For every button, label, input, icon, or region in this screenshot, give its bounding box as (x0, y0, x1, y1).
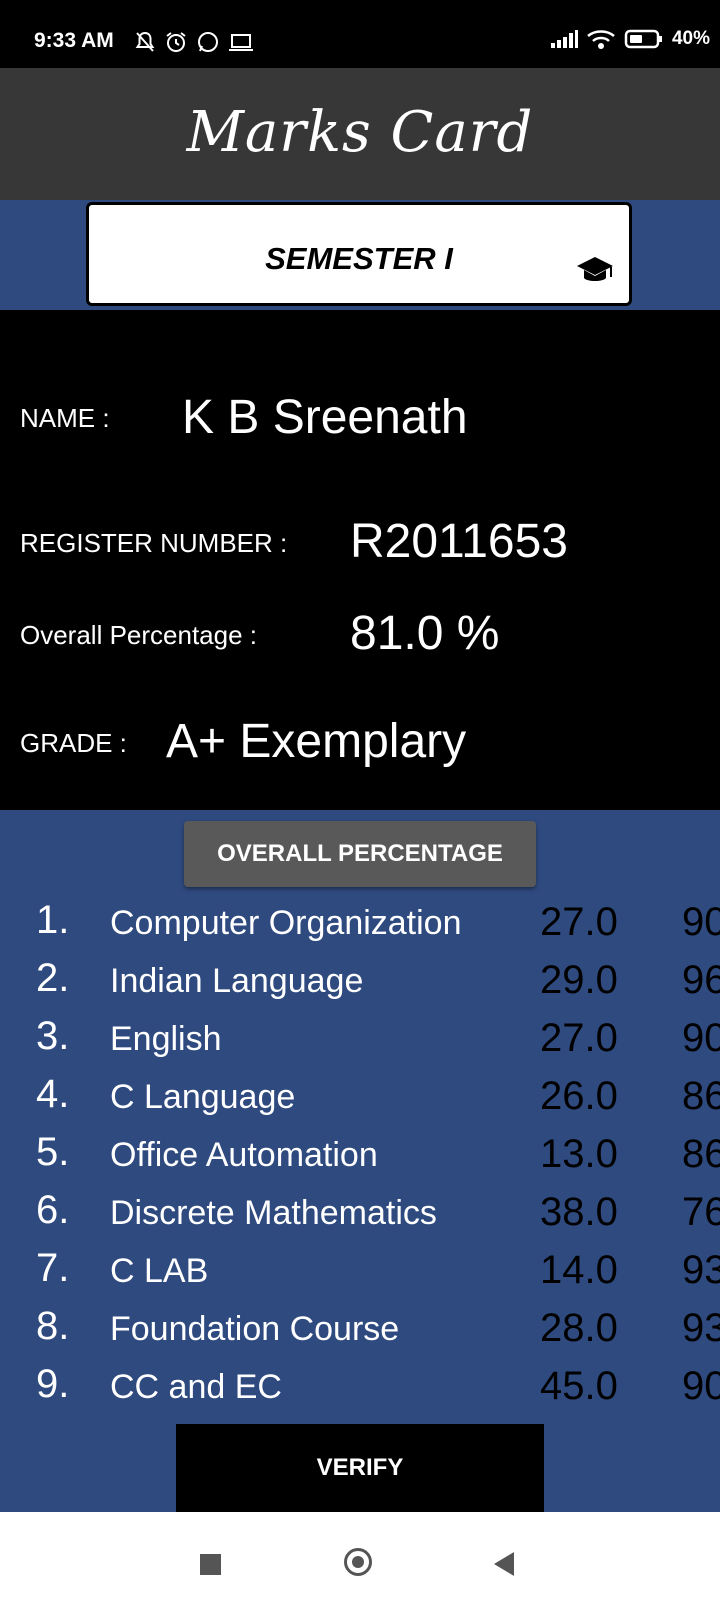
subject-name: Indian Language (110, 962, 364, 1000)
status-time: 9:33 AM (34, 29, 114, 52)
subject-name: C Language (110, 1078, 296, 1116)
subject-marks: 45.0 (540, 1364, 618, 1408)
whatsapp-icon (198, 32, 218, 52)
alarm-icon (166, 32, 186, 52)
subject-number: 3. (36, 1014, 70, 1058)
overall-percentage-button[interactable]: OVERALL PERCENTAGE (184, 821, 536, 887)
subject-number: 8. (36, 1304, 70, 1348)
battery-icon (624, 29, 662, 49)
student-name: K B Sreenath (182, 391, 468, 444)
student-info-panel: NAME : K B Sreenath REGISTER NUMBER : R2… (0, 310, 720, 810)
laptop-icon (229, 34, 253, 51)
app-bar: Marks Card (0, 68, 720, 200)
subject-row: 6. Discrete Mathematics 38.0 76 (0, 1188, 720, 1246)
subject-marks: 28.0 (540, 1306, 618, 1350)
subject-marks: 14.0 (540, 1248, 618, 1292)
semester-label: SEMESTER I (265, 241, 453, 276)
semester-selector[interactable]: SEMESTER I (86, 202, 632, 306)
overall-percentage-value: 81.0 % (350, 607, 500, 660)
app-title: Marks Card (186, 100, 534, 165)
status-bar: 9:33 AM 40% (0, 0, 720, 68)
subject-number: 5. (36, 1130, 70, 1174)
grade-value: A+ Exemplary (166, 715, 467, 768)
subject-percentage: 93 (682, 1248, 720, 1292)
subject-name: C LAB (110, 1252, 209, 1290)
home-icon[interactable] (344, 1548, 372, 1576)
subject-number: 1. (36, 898, 70, 942)
subject-marks: 29.0 (540, 958, 618, 1002)
navigation-bar (0, 1512, 720, 1600)
subject-row: 1. Computer Organization 27.0 90 (0, 898, 720, 956)
subject-marks: 26.0 (540, 1074, 618, 1118)
subject-row: 7. C LAB 14.0 93 (0, 1246, 720, 1304)
subject-name: Computer Organization (110, 904, 462, 942)
subject-percentage: 86 (682, 1132, 720, 1176)
subject-number: 9. (36, 1362, 70, 1406)
back-icon[interactable] (494, 1552, 514, 1576)
subject-number: 6. (36, 1188, 70, 1232)
subject-row: 9. CC and EC 45.0 90 (0, 1362, 720, 1408)
grade-label: GRADE : (20, 728, 127, 758)
mute-icon (135, 31, 155, 52)
subject-number: 2. (36, 956, 70, 1000)
subject-row: 8. Foundation Course 28.0 93 (0, 1304, 720, 1362)
name-label: NAME : (20, 403, 110, 433)
system-icons: 40% (550, 28, 710, 50)
subject-percentage: 90 (682, 1016, 720, 1060)
signal-icon (550, 30, 578, 48)
subject-marks: 27.0 (540, 900, 618, 944)
subject-row: 4. C Language 26.0 86 (0, 1072, 720, 1130)
battery-percentage: 40% (671, 28, 710, 49)
subject-row: 5. Office Automation 13.0 86 (0, 1130, 720, 1188)
subject-percentage: 96 (682, 958, 720, 1002)
subject-percentage: 86 (682, 1074, 720, 1118)
subjects-list: 1. Computer Organization 27.0 90 2. Indi… (0, 898, 720, 1408)
subject-row: 2. Indian Language 29.0 96 (0, 956, 720, 1014)
subject-marks: 38.0 (540, 1190, 618, 1234)
subject-row: 3. English 27.0 90 (0, 1014, 720, 1072)
subject-percentage: 90 (682, 1364, 720, 1408)
subject-name: English (110, 1020, 222, 1058)
register-number: R2011653 (350, 515, 568, 568)
subject-name: Discrete Mathematics (110, 1194, 437, 1232)
subject-name: Office Automation (110, 1136, 378, 1174)
subject-marks: 27.0 (540, 1016, 618, 1060)
overall-percentage-label: Overall Percentage : (20, 620, 258, 650)
notification-icons (134, 30, 254, 54)
subject-number: 4. (36, 1072, 70, 1116)
verify-button[interactable]: VERIFY (176, 1424, 544, 1512)
subject-name: Foundation Course (110, 1310, 400, 1348)
register-number-label: REGISTER NUMBER : (20, 528, 288, 558)
subject-percentage: 76 (682, 1190, 720, 1234)
graduation-cap-icon (577, 257, 613, 281)
subject-percentage: 90 (682, 900, 720, 944)
wifi-icon (587, 30, 615, 49)
subject-number: 7. (36, 1246, 70, 1290)
recents-icon[interactable] (200, 1554, 221, 1575)
subject-percentage: 93 (682, 1306, 720, 1350)
subject-name: CC and EC (110, 1368, 282, 1406)
subject-marks: 13.0 (540, 1132, 618, 1176)
